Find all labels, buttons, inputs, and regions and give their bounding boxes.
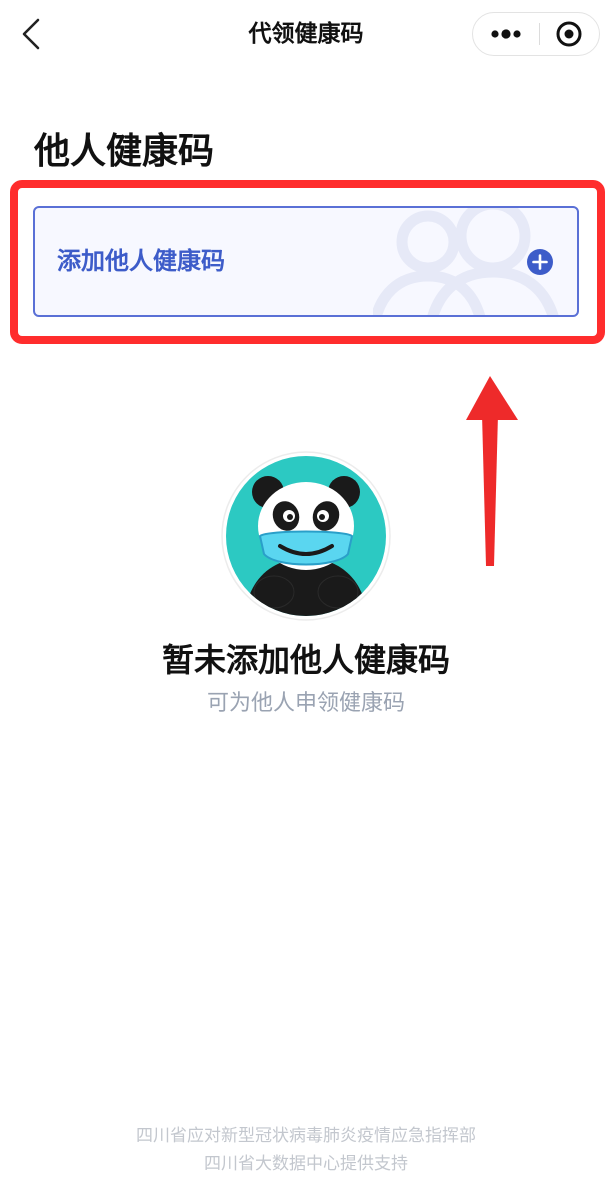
- close-mini-program-button[interactable]: [540, 13, 598, 54]
- more-dots-icon: [491, 29, 521, 39]
- footer: 四川省应对新型冠状病毒肺炎疫情应急指挥部 四川省大数据中心提供支持: [0, 1122, 612, 1178]
- footer-line-2: 四川省大数据中心提供支持: [204, 1154, 408, 1174]
- add-health-code-card[interactable]: 添加他人健康码: [33, 206, 579, 317]
- mini-program-capsule: [472, 12, 600, 56]
- red-arrow-annotation: [466, 376, 518, 566]
- navigation-bar: 代领健康码: [0, 0, 612, 70]
- section-title: 他人健康码: [34, 131, 215, 172]
- plus-circle-icon[interactable]: [526, 248, 554, 276]
- footer-line-1: 四川省应对新型冠状病毒肺炎疫情应急指挥部: [136, 1126, 476, 1146]
- empty-state-subtitle: 可为他人申领健康码: [206, 691, 405, 716]
- empty-state-title: 暂未添加他人健康码: [161, 641, 450, 679]
- panda-mascot-icon: [221, 451, 391, 621]
- more-button[interactable]: [473, 13, 539, 54]
- add-card-label: 添加他人健康码: [57, 247, 225, 275]
- target-circle-icon: [556, 21, 582, 47]
